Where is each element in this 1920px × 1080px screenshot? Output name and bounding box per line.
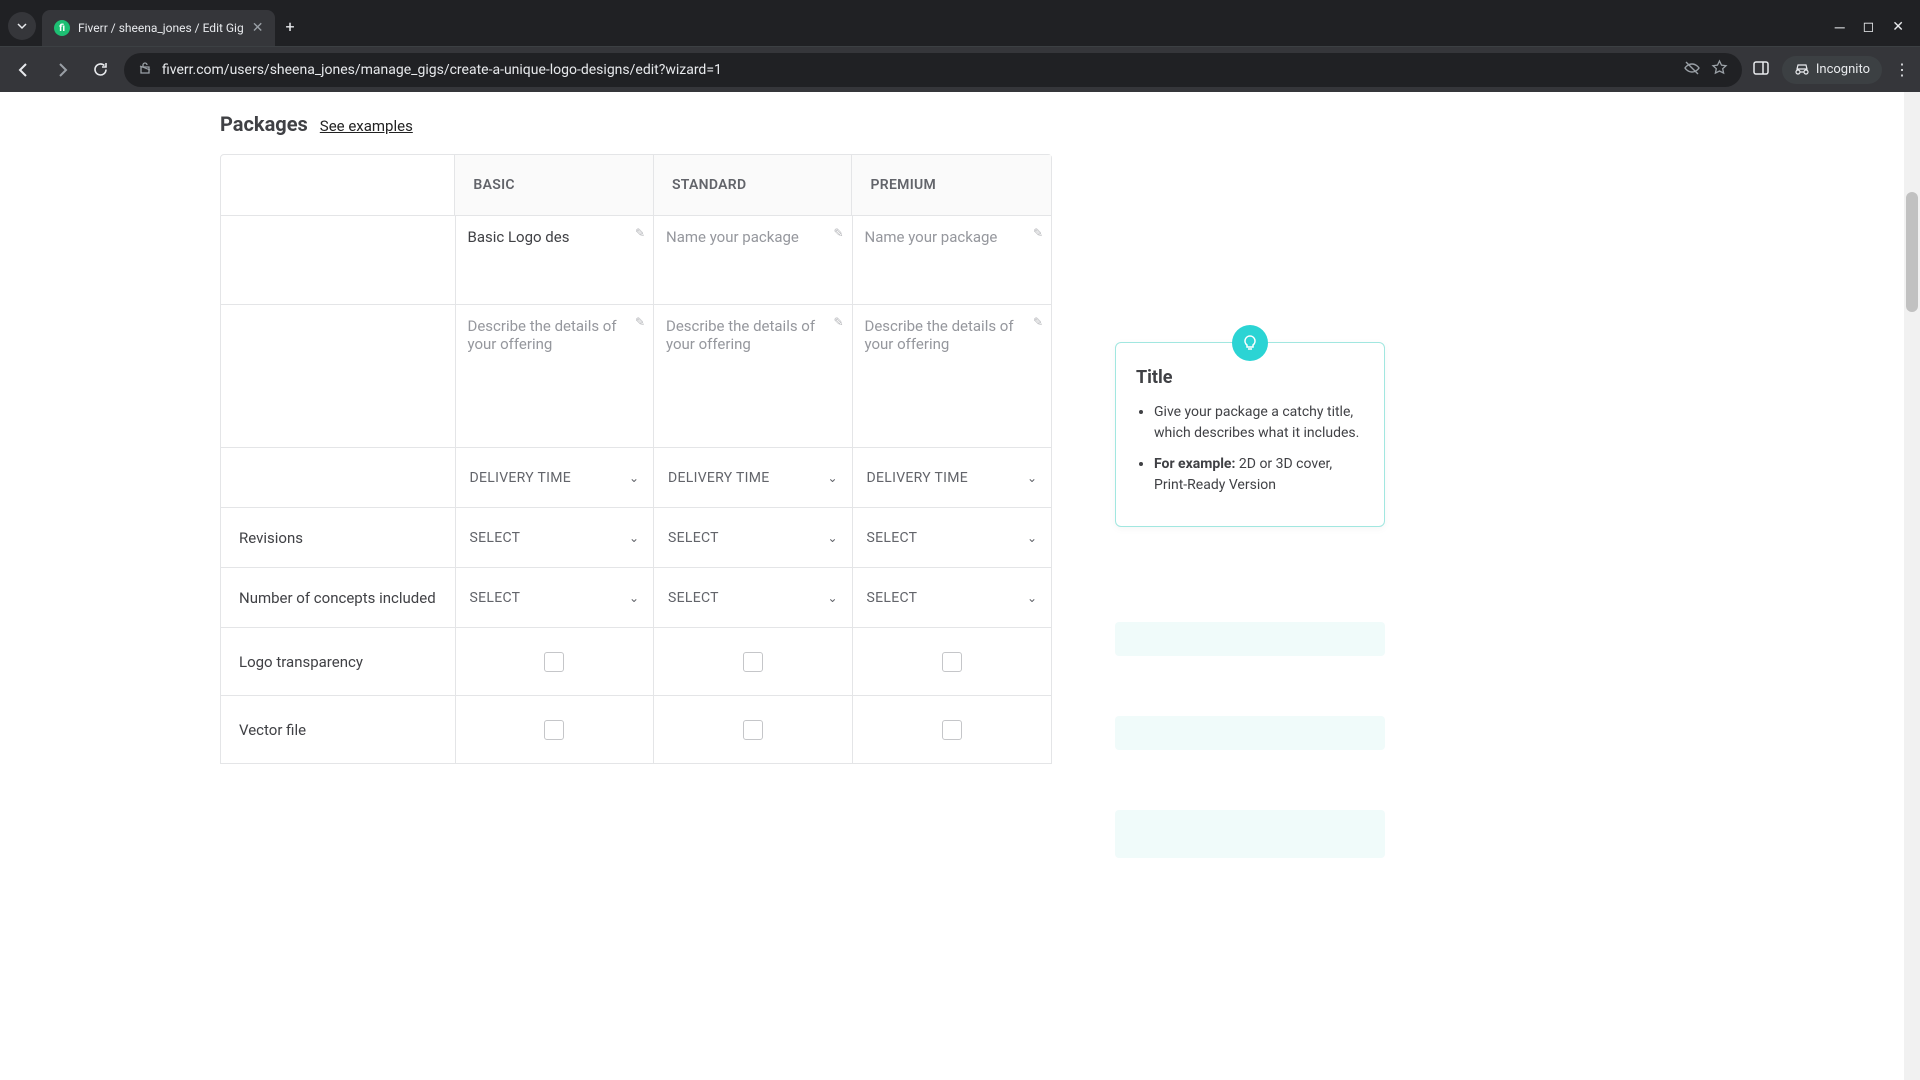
premium-revisions-select[interactable]: SELECT⌄ <box>853 508 1052 568</box>
url-text: fiverr.com/users/sheena_jones/manage_gig… <box>162 62 1673 78</box>
row-label-vector: Vector file <box>221 696 456 764</box>
standard-concepts-select[interactable]: SELECT⌄ <box>654 568 852 628</box>
tab-title: Fiverr / sheena_jones / Edit Gig <box>78 21 244 35</box>
basic-concepts-select[interactable]: SELECT⌄ <box>456 568 654 628</box>
side-panel-button[interactable] <box>1752 59 1770 81</box>
chevron-down-icon: ⌄ <box>827 471 837 485</box>
incognito-label: Incognito <box>1816 62 1870 77</box>
browser-menu-button[interactable]: ⋮ <box>1894 60 1910 79</box>
packages-table: BASIC STANDARD PREMIUM ✎ ✎ ✎ <box>220 154 1052 764</box>
scrollbar-thumb[interactable] <box>1906 192 1918 312</box>
close-tab-button[interactable]: ✕ <box>252 20 264 36</box>
forward-button[interactable] <box>48 56 76 84</box>
standard-revisions-select[interactable]: SELECT⌄ <box>654 508 852 568</box>
incognito-icon <box>1794 62 1810 78</box>
reload-icon <box>92 61 109 78</box>
address-bar[interactable]: fiverr.com/users/sheena_jones/manage_gig… <box>124 53 1742 87</box>
standard-vector-checkbox[interactable] <box>743 720 763 740</box>
row-label-concepts: Number of concepts included <box>221 568 456 628</box>
premium-name-input[interactable] <box>853 216 1052 304</box>
basic-delivery-select[interactable]: DELIVERY TIME⌄ <box>456 448 654 508</box>
column-header-premium: PREMIUM <box>852 155 1051 215</box>
fiverr-favicon: fi <box>54 20 70 36</box>
column-header-basic: BASIC <box>455 155 654 215</box>
chevron-down-icon: ⌄ <box>629 591 639 605</box>
standard-delivery-select[interactable]: DELIVERY TIME⌄ <box>654 448 852 508</box>
column-header-standard: STANDARD <box>654 155 853 215</box>
basic-description-input[interactable] <box>456 305 654 447</box>
basic-vector-checkbox[interactable] <box>544 720 564 740</box>
tip-bullet-2: For example: 2D or 3D cover, Print-Ready… <box>1154 454 1364 496</box>
eye-off-icon[interactable] <box>1683 59 1701 81</box>
faded-hint-placeholders <box>1115 622 1385 918</box>
premium-delivery-select[interactable]: DELIVERY TIME⌄ <box>853 448 1052 508</box>
pencil-icon: ✎ <box>1033 315 1043 329</box>
premium-vector-checkbox[interactable] <box>942 720 962 740</box>
maximize-button[interactable]: ◻ <box>1863 19 1875 36</box>
row-label-delivery <box>221 448 456 508</box>
pencil-icon: ✎ <box>635 315 645 329</box>
new-tab-button[interactable]: + <box>285 17 294 36</box>
standard-transparency-checkbox[interactable] <box>743 652 763 672</box>
basic-transparency-checkbox[interactable] <box>544 652 564 672</box>
standard-description-input[interactable] <box>654 305 852 447</box>
table-header-blank <box>221 155 455 215</box>
chevron-down-icon: ⌄ <box>629 471 639 485</box>
arrow-right-icon <box>53 61 71 79</box>
tip-title: Title <box>1136 367 1364 388</box>
row-label-name <box>221 216 456 304</box>
hint-placeholder <box>1115 716 1385 750</box>
close-window-button[interactable]: ✕ <box>1892 19 1904 36</box>
scrollbar-track[interactable] <box>1904 92 1920 1080</box>
arrow-left-icon <box>15 61 33 79</box>
hint-placeholder <box>1115 810 1385 858</box>
chevron-down-icon: ⌄ <box>827 591 837 605</box>
hint-placeholder <box>1115 622 1385 656</box>
see-examples-link[interactable]: See examples <box>320 117 413 135</box>
reload-button[interactable] <box>86 56 114 84</box>
basic-name-input[interactable] <box>456 216 654 304</box>
chevron-down-icon <box>16 20 28 32</box>
window-controls: ─ ◻ ✕ <box>1835 19 1904 36</box>
premium-concepts-select[interactable]: SELECT⌄ <box>853 568 1052 628</box>
standard-name-input[interactable] <box>654 216 852 304</box>
row-label-description <box>221 305 456 447</box>
page-viewport: Packages See examples BASIC STANDARD PRE… <box>0 92 1920 1080</box>
site-info-icon[interactable] <box>138 61 152 79</box>
row-label-revisions: Revisions <box>221 508 456 568</box>
pencil-icon: ✎ <box>1033 226 1043 240</box>
tab-search-button[interactable] <box>8 12 36 40</box>
incognito-badge[interactable]: Incognito <box>1782 56 1882 84</box>
browser-toolbar: fiverr.com/users/sheena_jones/manage_gig… <box>0 46 1920 92</box>
basic-revisions-select[interactable]: SELECT⌄ <box>456 508 654 568</box>
pencil-icon: ✎ <box>635 226 645 240</box>
pencil-icon: ✎ <box>833 226 843 240</box>
browser-tab-strip: fi Fiverr / sheena_jones / Edit Gig ✕ + … <box>0 0 1920 46</box>
premium-transparency-checkbox[interactable] <box>942 652 962 672</box>
chevron-down-icon: ⌄ <box>1027 591 1037 605</box>
chevron-down-icon: ⌄ <box>629 531 639 545</box>
chevron-down-icon: ⌄ <box>827 531 837 545</box>
chevron-down-icon: ⌄ <box>1027 471 1037 485</box>
browser-tab[interactable]: fi Fiverr / sheena_jones / Edit Gig ✕ <box>42 10 275 46</box>
premium-description-input[interactable] <box>853 305 1052 447</box>
packages-heading: Packages <box>220 112 308 136</box>
back-button[interactable] <box>10 56 38 84</box>
tip-bullet-1: Give your package a catchy title, which … <box>1154 402 1364 444</box>
tip-card: Title Give your package a catchy title, … <box>1115 342 1385 527</box>
minimize-button[interactable]: ─ <box>1835 19 1845 36</box>
chevron-down-icon: ⌄ <box>1027 531 1037 545</box>
bookmark-icon[interactable] <box>1711 59 1728 80</box>
pencil-icon: ✎ <box>833 315 843 329</box>
row-label-transparency: Logo transparency <box>221 628 456 696</box>
lightbulb-icon <box>1232 325 1268 361</box>
